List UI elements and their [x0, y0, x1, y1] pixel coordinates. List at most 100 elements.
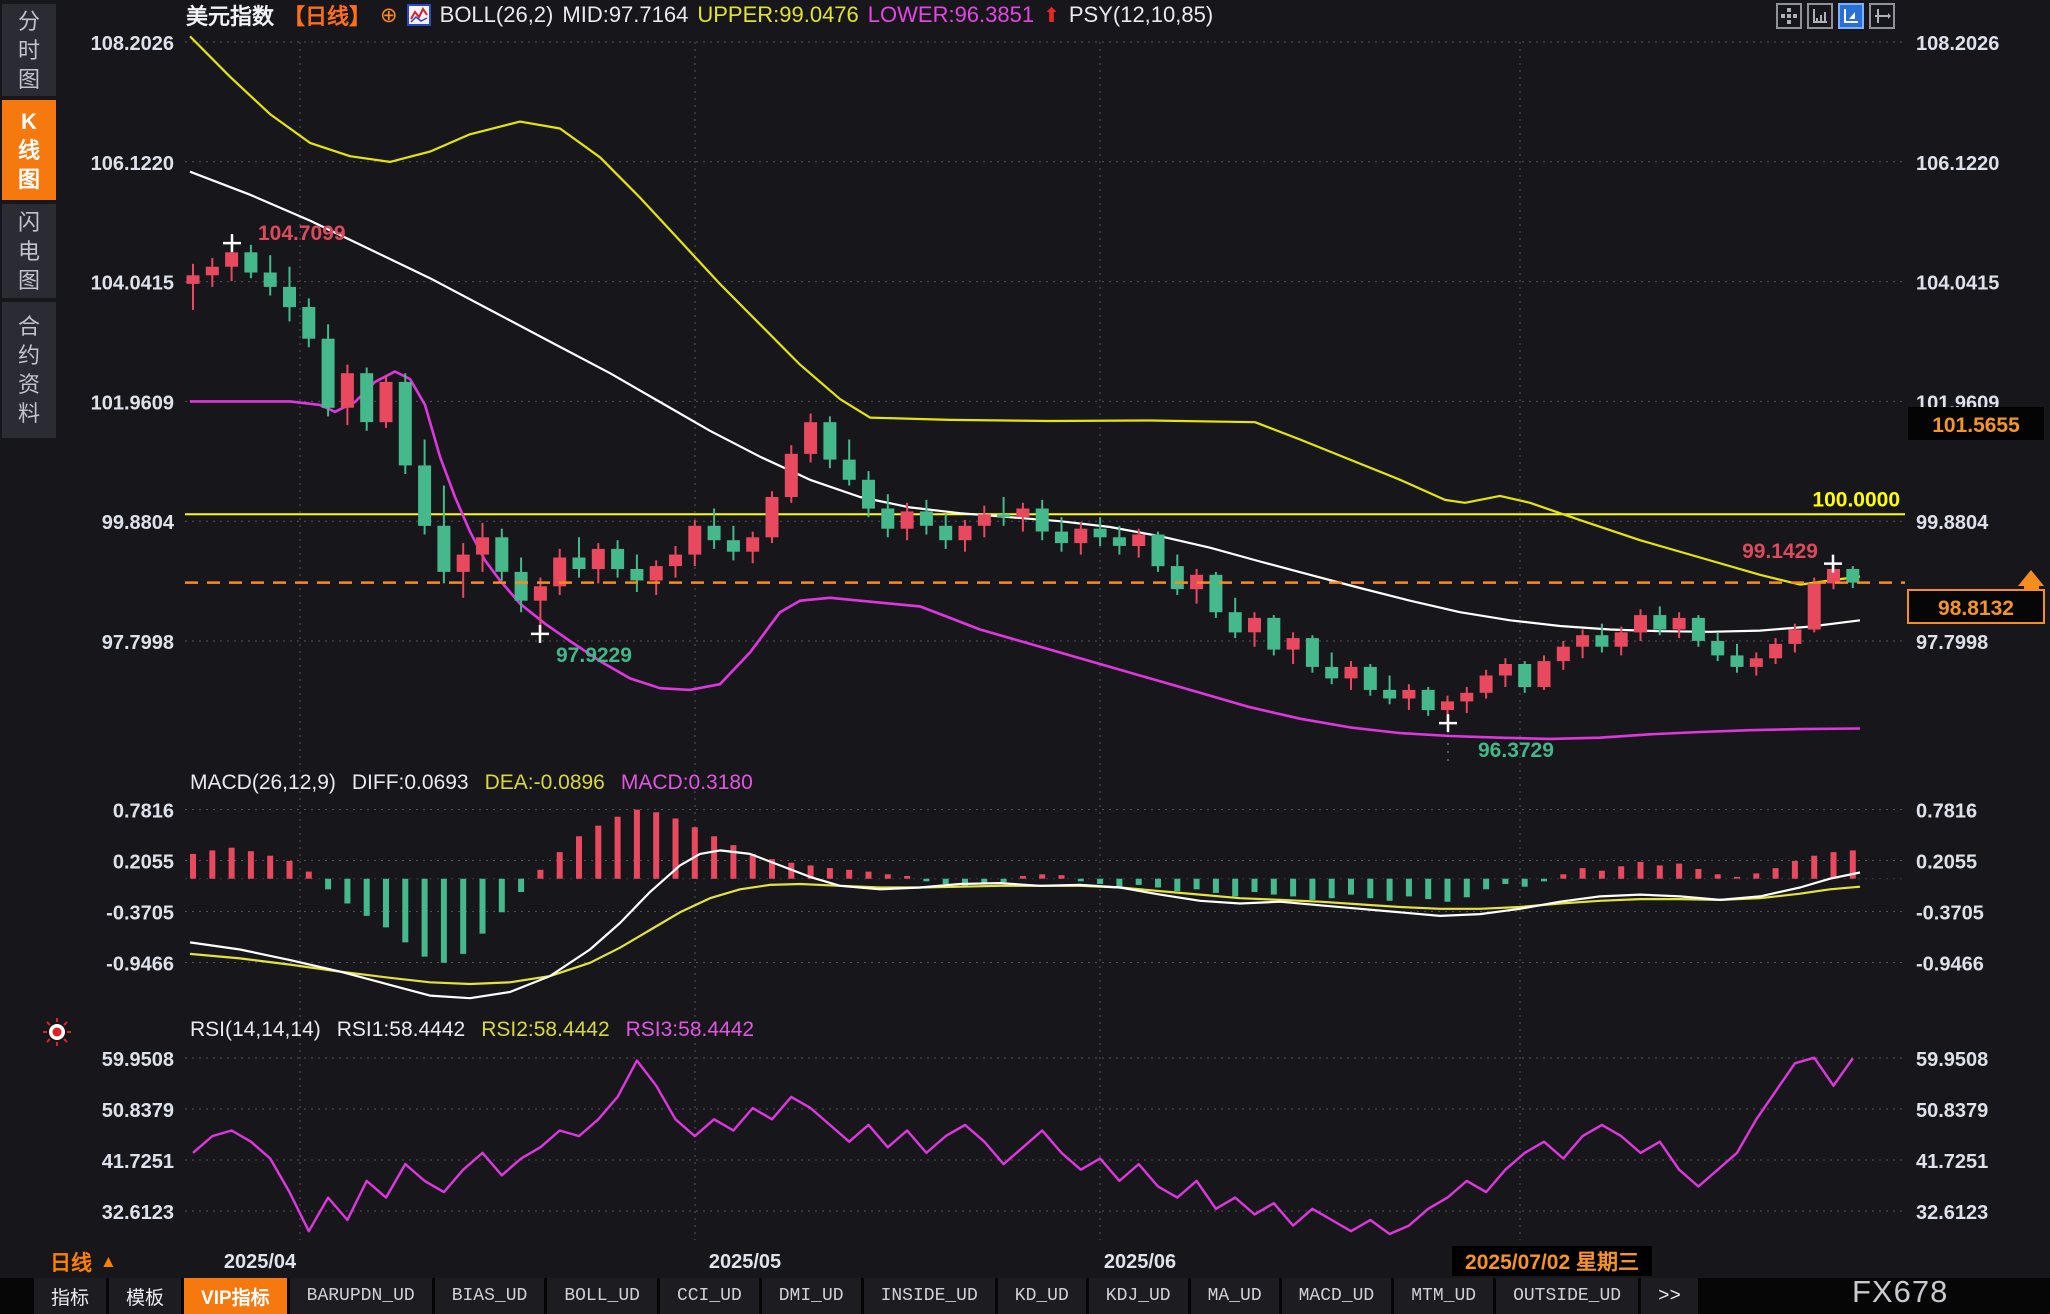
indicator-tab-kd-ud[interactable]: KD_UD: [998, 1278, 1086, 1314]
indicator-tab-mtm-ud[interactable]: MTM_UD: [1394, 1278, 1493, 1314]
candle-body: [1788, 630, 1801, 644]
y-axis-label-right: 99.8804: [1916, 512, 1989, 534]
crosshair-date-label: 2025/07/02 星期三: [1465, 1251, 1639, 1274]
candle-body: [708, 526, 721, 540]
candle-body: [206, 267, 219, 276]
axis-scale-button[interactable]: [1807, 3, 1833, 29]
mini-chart-icon[interactable]: [407, 3, 431, 27]
sidebar-item-3[interactable]: 闪电图: [2, 204, 56, 298]
candle-body: [187, 275, 200, 284]
y-axis-label-left: 108.2026: [91, 33, 174, 55]
auto-scale-button[interactable]: [1838, 3, 1864, 29]
crosshair-toggle-icon[interactable]: ⊕: [380, 3, 398, 28]
y-axis-label-right: 97.7998: [1916, 632, 1988, 654]
candle-body: [1769, 644, 1782, 658]
indicator-tab-barupdn-ud[interactable]: BARUPDN_UD: [290, 1278, 432, 1314]
period-arrow-icon: ▲: [100, 1252, 117, 1272]
candle-body: [1267, 618, 1280, 650]
indicator-tab-模板[interactable]: 模板: [109, 1278, 181, 1314]
chart-application: 108.2026108.2026106.1220106.1220104.0415…: [0, 0, 2050, 1314]
rsi-axis-label-left: 32.6123: [102, 1202, 174, 1224]
period-tag[interactable]: 【日线】: [283, 0, 371, 31]
indicator-tab-vip指标[interactable]: VIP指标: [184, 1278, 287, 1314]
macd-dea-line: [190, 884, 1860, 984]
watermark: FX678: [1852, 1274, 1948, 1310]
shift-axis-button[interactable]: [1869, 3, 1895, 29]
rsi-axis-label-right: 41.7251: [1916, 1151, 1988, 1173]
candle-body: [225, 252, 238, 266]
rsi-axis-label-left: 50.8379: [102, 1100, 174, 1122]
candle-body: [688, 526, 701, 555]
chart-toolbuttons: [1776, 3, 1895, 29]
sidebar-item-char: 图: [18, 266, 40, 295]
boll-lower-value: LOWER:96.3851: [868, 2, 1034, 28]
candle-body: [1152, 535, 1165, 567]
y-axis-label-left: 104.0415: [91, 273, 174, 295]
candle-body: [862, 480, 875, 509]
last-price-label: 98.8132: [1938, 597, 2014, 620]
up-arrow-icon: ⬆: [1043, 3, 1060, 28]
sidebar-item-4[interactable]: 合约资料: [2, 302, 56, 438]
pan-mode-button[interactable]: [1776, 3, 1802, 29]
candle-body: [322, 339, 335, 408]
candle-body: [1441, 701, 1454, 710]
candle-body: [669, 555, 682, 567]
indicator-tab-bias-ud[interactable]: BIAS_UD: [435, 1278, 545, 1314]
price-annotation: 99.1429: [1742, 540, 1818, 563]
candle-body: [592, 549, 605, 569]
y-axis-label-left: 106.1220: [91, 153, 174, 175]
record-icon: [42, 1017, 72, 1052]
indicator-tab-outside-ud[interactable]: OUTSIDE_UD: [1496, 1278, 1638, 1314]
boll-params[interactable]: BOLL(26,2): [440, 2, 554, 28]
macd-params[interactable]: MACD(26,12,9): [190, 771, 336, 795]
candle-body: [1846, 569, 1859, 583]
indicator-tab--[interactable]: >>: [1641, 1278, 1698, 1314]
macd-diff-value: DIFF:0.0693: [352, 771, 469, 795]
period-selector[interactable]: 日线 ▲: [50, 1247, 117, 1277]
candle-body: [746, 537, 759, 551]
candle-body: [843, 460, 856, 480]
chart-surface[interactable]: 108.2026108.2026106.1220106.1220104.0415…: [0, 0, 2050, 1314]
rsi-params[interactable]: RSI(14,14,14): [190, 1018, 321, 1042]
candle-body: [939, 526, 952, 540]
y-axis-label-left: 101.9609: [91, 392, 174, 414]
sidebar-item-char: 电: [18, 237, 40, 266]
candle-body: [1094, 529, 1107, 538]
indicator-tab-kdj-ud[interactable]: KDJ_UD: [1089, 1278, 1188, 1314]
rsi-axis-label-left: 41.7251: [102, 1151, 174, 1173]
psy-params[interactable]: PSY(12,10,85): [1069, 2, 1213, 28]
x-axis-date-label: 2025/06: [1104, 1251, 1176, 1273]
sidebar-item-char: 图: [18, 65, 40, 94]
macd-axis-label-left: 0.7816: [113, 800, 174, 822]
indicator-tab-dmi-ud[interactable]: DMI_UD: [762, 1278, 861, 1314]
macd-pane-header: MACD(26,12,9) DIFF:0.0693 DEA:-0.0896 MA…: [190, 771, 753, 795]
indicator-tab-ma-ud[interactable]: MA_UD: [1191, 1278, 1279, 1314]
candle-body: [823, 422, 836, 459]
candle-body: [1653, 615, 1666, 629]
candle-body: [1480, 676, 1493, 693]
price-annotation: 96.3729: [1478, 739, 1554, 762]
indicator-tab-bar: 指标模板VIP指标BARUPDN_UDBIAS_UDBOLL_UDCCI_UDD…: [0, 1278, 2050, 1314]
candle-body: [1287, 638, 1300, 650]
sidebar-item-2[interactable]: K线图: [2, 100, 56, 200]
sidebar-item-char: 图: [18, 165, 40, 194]
rsi-line: [193, 1058, 1853, 1234]
candle-body: [244, 252, 257, 272]
candle-body: [476, 537, 489, 554]
indicator-tab-指标[interactable]: 指标: [34, 1278, 106, 1314]
indicator-tab-boll-ud[interactable]: BOLL_UD: [547, 1278, 657, 1314]
rsi3-value: RSI3:58.4442: [626, 1018, 754, 1042]
candle-body: [399, 382, 412, 466]
candle-body: [1306, 638, 1319, 667]
candle-body: [611, 549, 624, 569]
candle-body: [1209, 575, 1222, 612]
indicator-tab-macd-ud[interactable]: MACD_UD: [1282, 1278, 1392, 1314]
indicator-tab-cci-ud[interactable]: CCI_UD: [660, 1278, 759, 1314]
macd-axis-label-left: 0.2055: [113, 852, 174, 874]
candle-body: [881, 509, 894, 529]
sidebar-item-1[interactable]: 分时图: [2, 4, 56, 96]
macd-axis-label-right: 0.2055: [1916, 852, 1977, 874]
indicator-tab-inside-ud[interactable]: INSIDE_UD: [864, 1278, 995, 1314]
candle-body: [1229, 612, 1242, 632]
boll-upper-band: [190, 36, 1860, 584]
